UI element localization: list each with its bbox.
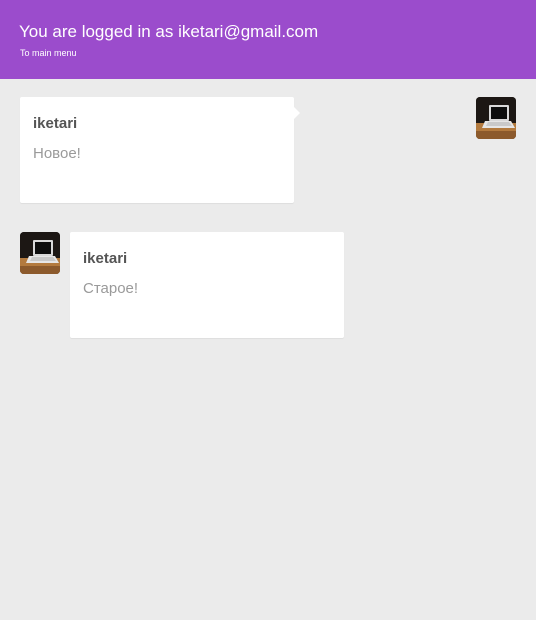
main-menu-link[interactable]: To main menu (20, 48, 77, 59)
bubble-pointer (294, 107, 300, 119)
message-author: iketari (33, 115, 78, 132)
user-avatar (20, 232, 60, 274)
message-bubble: iketari Новое! (20, 97, 300, 203)
message-text: Новое! (33, 145, 81, 162)
message-text: Старое! (83, 280, 139, 297)
laptop-photo-icon (476, 97, 516, 139)
message-bubble: iketari Старое! (70, 232, 344, 338)
app-header: You are logged in as iketari@gmail.com T… (0, 0, 536, 79)
logged-in-status: You are logged in as iketari@gmail.com (19, 22, 319, 41)
user-avatar (476, 97, 516, 139)
laptop-photo-icon (20, 232, 60, 274)
message-author: iketari (83, 250, 128, 267)
